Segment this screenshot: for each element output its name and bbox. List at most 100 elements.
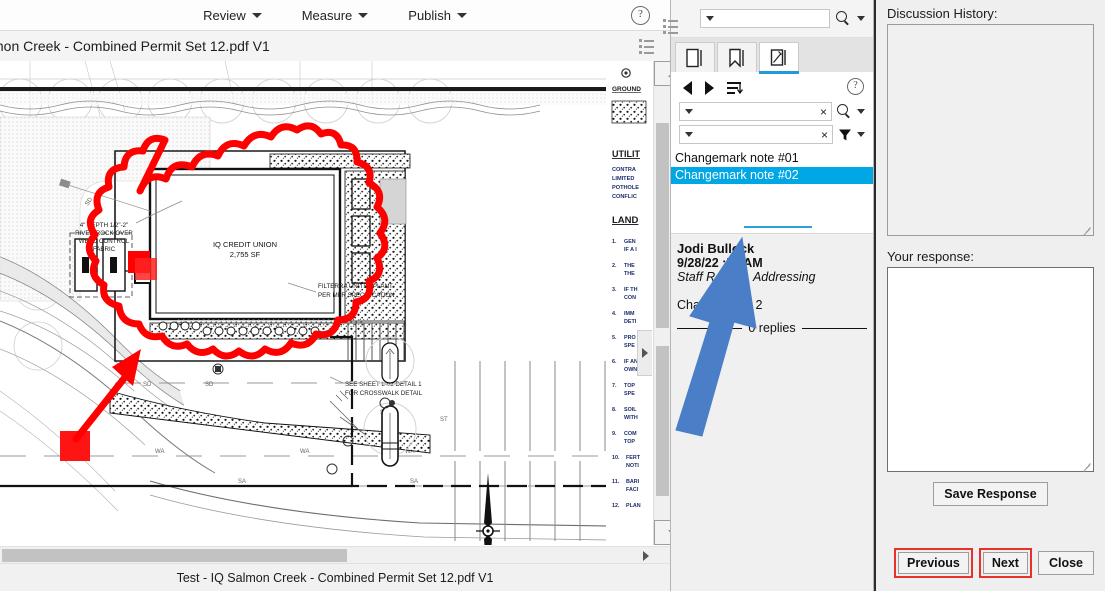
red-stamp-2	[135, 258, 157, 280]
svg-text:IF TH: IF TH	[624, 287, 638, 293]
panel-collapse-handle[interactable]	[637, 330, 652, 376]
svg-text:CONFLIC: CONFLIC	[612, 194, 637, 200]
svg-text:SPE: SPE	[624, 391, 635, 397]
changemark-body: Change Mark 2	[677, 298, 763, 312]
svg-text:6.: 6.	[612, 359, 617, 365]
close-button[interactable]: Close	[1037, 551, 1094, 575]
panel-tab-strip	[671, 38, 873, 74]
changemark-icon	[770, 48, 786, 66]
panel-search-input[interactable]	[700, 9, 830, 28]
svg-text:THE: THE	[624, 263, 635, 269]
hscroll-thumb[interactable]	[2, 549, 347, 562]
filter-icon[interactable]	[838, 128, 852, 142]
search-icon[interactable]	[836, 11, 851, 26]
chevron-down-icon[interactable]	[857, 16, 865, 21]
svg-text:TOP: TOP	[624, 439, 635, 445]
changemark-toolbar: ?	[671, 72, 873, 100]
changemark-search-input[interactable]: ×	[679, 102, 832, 121]
svg-text:2.: 2.	[612, 263, 617, 269]
list-item[interactable]: Changemark note #02	[671, 167, 873, 184]
previous-changemark-icon[interactable]	[683, 81, 692, 95]
chevron-down-icon	[685, 109, 693, 114]
svg-text:11.: 11.	[612, 479, 620, 485]
panel-search-bar	[663, 0, 873, 38]
chevron-down-icon	[358, 12, 369, 18]
svg-text:PRO: PRO	[624, 335, 636, 341]
svg-text:TOP: TOP	[624, 383, 635, 389]
menu-item-publish-label: Publish	[408, 7, 451, 23]
next-button[interactable]: Next	[982, 552, 1028, 574]
status-bar-filename: Test - IQ Salmon Creek - Combined Permit…	[176, 570, 494, 585]
menu-item-review[interactable]: Review	[200, 6, 265, 25]
viewer-vertical-scrollbar[interactable]	[653, 61, 670, 545]
detail-divider	[744, 226, 812, 228]
discussion-history-textarea[interactable]	[887, 24, 1094, 237]
changemark-filter-input[interactable]: ×	[679, 125, 833, 144]
list-view-icon[interactable]	[663, 19, 678, 34]
svg-text:IMM: IMM	[624, 311, 635, 317]
svg-text:9.: 9.	[612, 431, 617, 437]
scroll-thumb[interactable]	[656, 123, 669, 328]
tab-changemarks[interactable]	[759, 42, 799, 74]
search-icon[interactable]	[837, 104, 852, 119]
svg-text:SA: SA	[410, 479, 418, 485]
replies-count: 0 replies	[748, 321, 796, 335]
document-viewer: Review Measure Publish ? mon Creek - Com…	[0, 0, 671, 591]
resize-grip-icon[interactable]	[1082, 225, 1091, 237]
help-icon[interactable]: ?	[847, 78, 864, 95]
changemark-filter-row: ×	[671, 123, 873, 146]
viewer-horizontal-scrollbar[interactable]	[0, 546, 670, 564]
svg-text:GROUND: GROUND	[612, 86, 641, 93]
svg-text:CONTRA: CONTRA	[612, 167, 636, 173]
save-response-row: Save Response	[887, 482, 1094, 506]
menu-item-measure[interactable]: Measure	[299, 6, 372, 25]
clear-search-icon[interactable]: ×	[820, 106, 827, 118]
svg-text:LIMITED: LIMITED	[612, 176, 634, 182]
menu-item-publish[interactable]: Publish	[405, 6, 470, 25]
svg-text:BARI: BARI	[626, 479, 640, 485]
clear-filter-icon[interactable]: ×	[821, 129, 828, 141]
changemark-date: 9/28/22 :55 AM	[677, 256, 763, 270]
list-view-icon[interactable]	[639, 39, 654, 54]
svg-text:RIVER ROCK OVER: RIVER ROCK OVER	[75, 230, 133, 237]
svg-text:FOR CROSSWALK DETAIL: FOR CROSSWALK DETAIL	[345, 390, 423, 397]
svg-text:5.: 5.	[612, 335, 617, 341]
changemark-detail: Jodi Bullock 9/28/22 :55 AM Staff Review…	[671, 234, 873, 591]
page-icon	[686, 48, 702, 67]
svg-text:FILTERRA UNITS - PLANT: FILTERRA UNITS - PLANT	[318, 283, 393, 290]
resize-grip-icon[interactable]	[1082, 461, 1091, 473]
chevron-down-icon	[706, 16, 714, 21]
next-changemark-icon[interactable]	[705, 81, 714, 95]
save-response-button[interactable]: Save Response	[933, 482, 1048, 506]
previous-button-highlight: Previous	[894, 548, 973, 578]
application-window: Review Measure Publish ? mon Creek - Com…	[0, 0, 1106, 591]
tab-pages[interactable]	[675, 42, 715, 72]
navigation-button-row: Previous Next Close	[894, 548, 1094, 578]
hscroll-right-button[interactable]	[639, 549, 652, 562]
chevron-down-icon[interactable]	[857, 109, 865, 114]
cad-drawing: IQ CREDIT UNION 2,755 SF 4" DEPTH 1/2"-2…	[0, 61, 670, 545]
chevron-down-icon	[456, 12, 467, 18]
building-name-label: IQ CREDIT UNION	[213, 240, 277, 249]
previous-button[interactable]: Previous	[898, 552, 969, 574]
sort-icon[interactable]	[727, 81, 743, 95]
scroll-thumb-lower[interactable]	[656, 346, 669, 496]
scroll-up-button[interactable]	[654, 61, 670, 86]
tab-bookmarks[interactable]	[717, 42, 757, 72]
svg-text:OWN: OWN	[624, 367, 637, 373]
list-item[interactable]: Changemark note #01	[671, 150, 873, 167]
chevron-down-icon[interactable]	[857, 132, 865, 137]
svg-text:WITH: WITH	[624, 415, 638, 421]
drawing-canvas-area[interactable]: IQ CREDIT UNION 2,755 SF 4" DEPTH 1/2"-2…	[0, 61, 670, 545]
discussion-panel: Discussion History: Your response: Save …	[874, 0, 1105, 591]
svg-text:THE: THE	[624, 271, 635, 277]
svg-text:SD: SD	[143, 382, 152, 388]
svg-text:SOIL: SOIL	[624, 407, 637, 413]
response-textarea[interactable]	[887, 267, 1094, 473]
svg-text:SD: SD	[205, 382, 214, 388]
svg-text:8.: 8.	[612, 407, 617, 413]
scroll-down-button[interactable]	[654, 520, 670, 545]
changemark-replies: 0 replies	[677, 321, 867, 335]
help-icon[interactable]: ?	[631, 6, 650, 25]
changemark-author: Jodi Bullock	[677, 241, 755, 256]
